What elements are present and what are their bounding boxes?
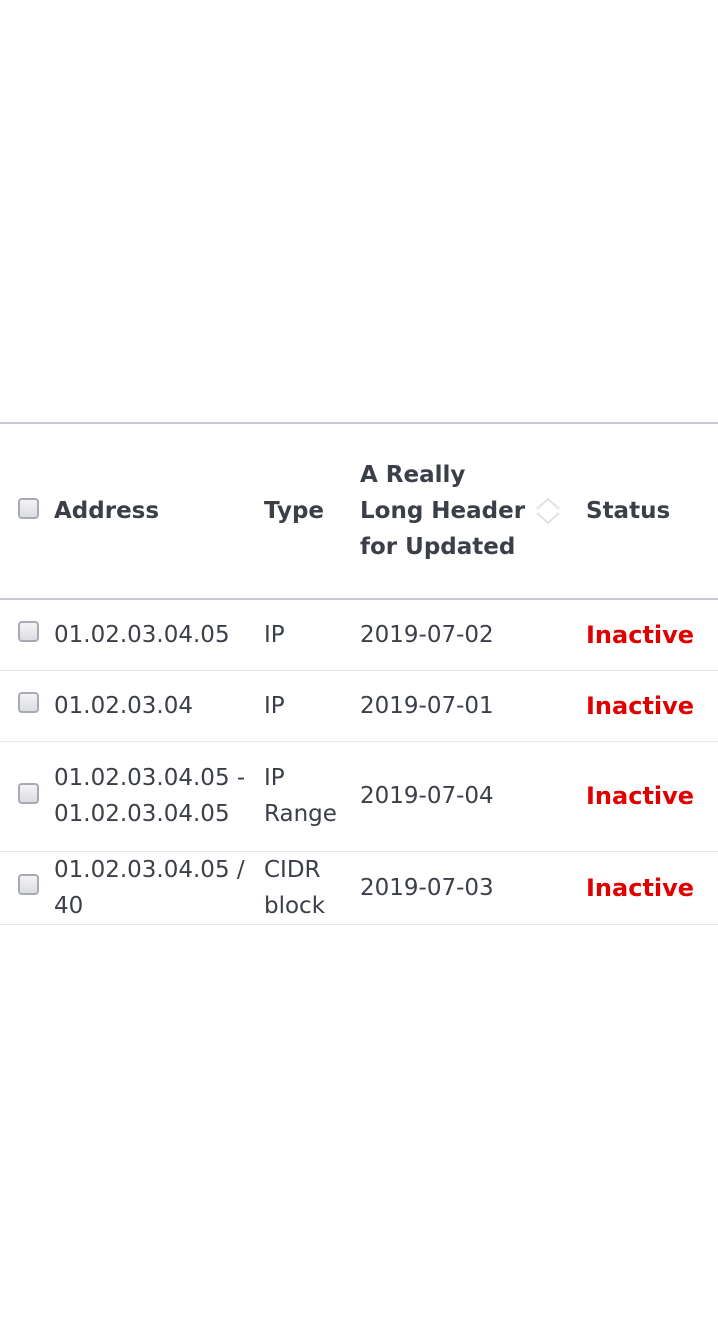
table-row: 01.02.03.04.05 - 01.02.03.04.05 IP Range… — [0, 741, 718, 851]
header-status[interactable]: Status — [586, 423, 718, 599]
cell-updated: 2019-07-04 — [360, 783, 494, 809]
sort-down-icon — [536, 512, 560, 525]
cell-status: Inactive — [586, 782, 695, 810]
cell-type: IP — [264, 621, 285, 648]
ip-address-table-container: Address Type A Really Long Header for Up… — [0, 422, 718, 925]
row-checkbox[interactable] — [18, 692, 39, 713]
table-body: 01.02.03.04.05 IP 2019-07-02 Inactive 01… — [0, 599, 718, 924]
row-checkbox[interactable] — [18, 782, 39, 804]
table-row: 01.02.03.04.05 / 40 CIDR block 2019-07-0… — [0, 851, 718, 924]
row-check-cell — [0, 599, 54, 670]
row-checkbox[interactable] — [18, 874, 39, 895]
header-type[interactable]: Type — [264, 423, 360, 599]
ip-address-table: Address Type A Really Long Header for Up… — [0, 422, 718, 925]
cell-updated: 2019-07-01 — [360, 692, 494, 719]
cell-status: Inactive — [586, 873, 695, 902]
cell-address: 01.02.03.04.05 - 01.02.03.04.05 — [54, 765, 246, 827]
row-check-cell — [0, 741, 54, 851]
cell-type: IP Range — [264, 765, 337, 827]
cell-status: Inactive — [586, 620, 695, 649]
cell-address: 01.02.03.04.05 — [54, 621, 230, 648]
sort-cell — [536, 423, 586, 599]
select-all-cell — [0, 423, 54, 599]
table-header: Address Type A Really Long Header for Up… — [0, 423, 718, 599]
header-updated[interactable]: A Really Long Header for Updated — [360, 423, 538, 599]
cell-updated: 2019-07-02 — [360, 621, 494, 648]
sort-up-icon — [536, 497, 560, 510]
cell-type: IP — [264, 692, 285, 719]
row-checkbox[interactable] — [18, 621, 39, 643]
select-all-checkbox[interactable] — [18, 497, 39, 519]
sort-icon[interactable] — [534, 497, 562, 525]
header-row: Address Type A Really Long Header for Up… — [0, 423, 718, 599]
cell-status: Inactive — [586, 691, 695, 720]
cell-address: 01.02.03.04.05 / 40 — [54, 856, 245, 919]
cell-type: CIDR block — [264, 856, 326, 919]
cell-updated: 2019-07-03 — [360, 874, 494, 901]
table-row: 01.02.03.04.05 IP 2019-07-02 Inactive — [0, 599, 718, 670]
header-address[interactable]: Address — [54, 423, 264, 599]
cell-address: 01.02.03.04 — [54, 692, 193, 719]
row-check-cell — [0, 670, 54, 741]
row-check-cell — [0, 851, 54, 924]
table-row: 01.02.03.04 IP 2019-07-01 Inactive — [0, 670, 718, 741]
